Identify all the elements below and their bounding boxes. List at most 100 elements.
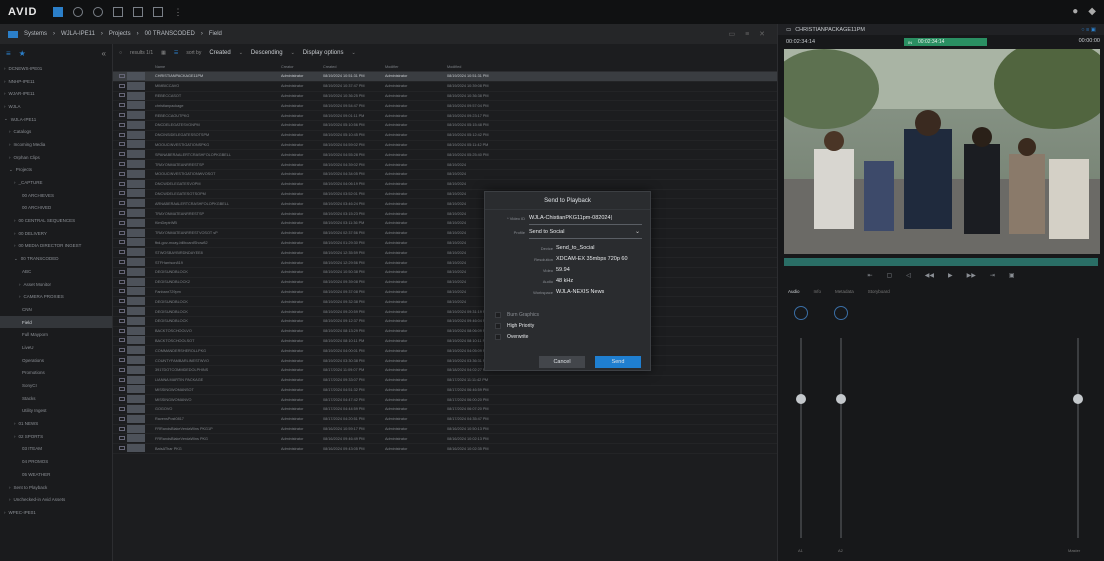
sidebar-item[interactable]: 00 ARCHIEVES bbox=[0, 189, 112, 202]
sidebar-item[interactable]: Promotions bbox=[0, 367, 112, 380]
table-row[interactable]: STFHarrison819 Administrator 08/19/2024 12… bbox=[113, 258, 777, 268]
chevron-icon[interactable]: › bbox=[9, 497, 11, 502]
sidebar-item[interactable]: › Catalogs bbox=[0, 125, 112, 138]
sidebar-item[interactable]: › 00 MEDIA DIRECTOR INGEST bbox=[0, 240, 112, 253]
snapshot-icon[interactable]: ▣ bbox=[1009, 272, 1015, 279]
step-back-icon[interactable]: ◁ bbox=[906, 272, 911, 279]
list-icon[interactable] bbox=[153, 7, 164, 17]
sidebar-item[interactable]: › Orphan Clips bbox=[0, 151, 112, 164]
sidebar-item[interactable]: SonyCI bbox=[0, 379, 112, 392]
sidebar-item[interactable]: › 00 CENTRAL SEQUENCES bbox=[0, 214, 112, 227]
breadcrumb-item[interactable]: 00 TRANSCODED bbox=[145, 31, 195, 37]
chevron-icon[interactable]: ⌄ bbox=[4, 116, 8, 122]
chevron-icon[interactable]: ⌄ bbox=[9, 167, 13, 173]
pane-controls[interactable]: ▭ ≡ ✕ bbox=[729, 30, 769, 38]
cancel-button[interactable]: Cancel bbox=[539, 356, 585, 368]
table-row[interactable]: fbd-gov-moay-billboardShow82 Administrato… bbox=[113, 238, 777, 249]
column-created[interactable]: Created bbox=[323, 65, 385, 69]
chevron-icon[interactable]: ⌄ bbox=[14, 256, 18, 262]
table-row[interactable]: ARNABERAALERTCRASHFOLOPKGBELL Administrat… bbox=[113, 199, 777, 210]
table-row[interactable]: TRAYONMATEANRRESTSP Administrator 08/19/20… bbox=[113, 160, 777, 170]
profile-select[interactable]: Profile Send to Social bbox=[495, 229, 565, 235]
tab-metadata[interactable]: Metadata bbox=[835, 289, 854, 294]
star-icon[interactable]: ★ bbox=[19, 49, 26, 58]
breadcrumb-item[interactable]: WJLA-IPE11 bbox=[61, 31, 95, 37]
sidebar-item[interactable]: Stacks bbox=[0, 392, 112, 405]
fader-handle-a1[interactable] bbox=[796, 394, 806, 404]
table-row[interactable]: DNCWDELEGATESVOPM Administrator 08/19/2024… bbox=[113, 179, 777, 190]
breadcrumb-item[interactable]: Field bbox=[209, 31, 222, 37]
table-row[interactable]: 3917DOTCOMMDEDOLPHINS Administrator 08/17/… bbox=[113, 365, 777, 376]
pan-knob-a1[interactable] bbox=[794, 306, 808, 320]
chevron-icon[interactable]: › bbox=[4, 66, 6, 71]
sidebar-item[interactable]: Field bbox=[0, 315, 112, 329]
chevron-down-icon[interactable]: ⌄ bbox=[291, 50, 295, 56]
search-icon[interactable] bbox=[73, 7, 84, 17]
table-row[interactable]: christianpackage Administrator 08/19/2024 … bbox=[113, 101, 777, 112]
sidebar-item[interactable]: › Incoming Media bbox=[0, 138, 112, 151]
sidebar-item[interactable]: ⌄ Projects bbox=[0, 164, 112, 177]
column-modifier[interactable]: Modifier bbox=[385, 65, 447, 69]
sidebar-item[interactable]: 04 PROMOS bbox=[0, 455, 112, 468]
rewind-icon[interactable]: ◀◀ bbox=[925, 272, 934, 279]
notification-icon[interactable]: ● bbox=[1072, 6, 1078, 17]
table-row[interactable]: FRRandsBlakeVerdaWins PKG1P Administrator… bbox=[113, 424, 777, 435]
menu-icon[interactable]: ≡ bbox=[6, 49, 11, 58]
sidebar-item[interactable]: LiveU bbox=[0, 341, 112, 354]
grid-view-icon[interactable]: ▦ bbox=[161, 50, 166, 56]
order-select[interactable]: Descending bbox=[251, 50, 283, 56]
sidebar-item[interactable]: ⌄ WJLA-IPE11 bbox=[0, 113, 112, 126]
column-creator[interactable]: Creator bbox=[281, 65, 323, 69]
forward-icon[interactable]: ▶▶ bbox=[967, 272, 976, 279]
table-row[interactable]: REBECCAOUTPKG Administrator 08/19/2024 09:… bbox=[113, 111, 777, 121]
table-row[interactable]: GOGOVO Administrator 08/17/2024 04:44:59 P… bbox=[113, 405, 777, 415]
chevron-icon[interactable]: › bbox=[14, 218, 16, 223]
column-name[interactable]: Name bbox=[151, 65, 281, 69]
display-options-button[interactable]: Display options bbox=[303, 50, 344, 56]
fader-handle-a2[interactable] bbox=[836, 394, 846, 404]
table-row[interactable]: MIMBICCAVO Administrator 08/19/2024 10:37:… bbox=[113, 81, 777, 92]
table-row[interactable]: DNCINSIDELEGATESSOTSPM Administrator 08/19… bbox=[113, 130, 777, 141]
table-row[interactable]: DNCDELEGATESVONPM Administrator 08/19/2024… bbox=[113, 120, 777, 131]
sidebar-item[interactable]: › Sent to Playback bbox=[0, 481, 112, 494]
table-row[interactable]: KimDeptrWB Administrator 08/19/2024 03:11:… bbox=[113, 218, 777, 229]
list-view-icon[interactable]: ☰ bbox=[174, 50, 178, 56]
chevron-icon[interactable]: › bbox=[14, 421, 16, 426]
sidebar-item[interactable]: › 00 DELIVERY bbox=[0, 227, 112, 240]
breadcrumb-item[interactable]: Systems bbox=[24, 31, 47, 37]
refresh-icon[interactable]: ○ bbox=[119, 50, 122, 56]
table-row[interactable]: DEGISUNDBLOCK Administrator 08/19/2024 10:… bbox=[113, 267, 777, 278]
chevron-icon[interactable]: › bbox=[14, 434, 16, 439]
sidebar-item[interactable]: › WPEC-IPE01 bbox=[0, 506, 112, 519]
table-row[interactable]: MISSINGWOMANSOT Administrator 08/17/2024 0… bbox=[113, 385, 777, 396]
chevron-down-icon[interactable]: ⌄ bbox=[635, 228, 640, 235]
mark-in-icon[interactable]: ⇤ bbox=[867, 272, 872, 279]
chevron-icon[interactable]: › bbox=[4, 91, 6, 96]
table-row[interactable]: DNCWDELEGATESOTSOPM Administrator 08/19/20… bbox=[113, 189, 777, 200]
tab-storyboard[interactable]: Storyboard bbox=[868, 289, 890, 294]
sidebar-item[interactable]: › WJLA bbox=[0, 100, 112, 113]
sidebar-item[interactable]: ⌄ 00 TRANSCODED bbox=[0, 252, 112, 265]
sidebar-item[interactable]: 05 WEATHER bbox=[0, 468, 112, 481]
video-frame[interactable] bbox=[784, 49, 1100, 254]
chevron-icon[interactable]: › bbox=[4, 104, 6, 109]
chevron-icon[interactable]: › bbox=[14, 180, 16, 185]
sidebar-item[interactable]: Operations bbox=[0, 354, 112, 367]
chevron-icon[interactable]: › bbox=[14, 231, 16, 236]
sidebar-item[interactable]: › NNHP-IPE11 bbox=[0, 75, 112, 88]
sidebar-item[interactable]: Full Mayporn bbox=[0, 328, 112, 341]
table-row[interactable]: DEGISUNDBLOCK Administrator 08/19/2024 09:… bbox=[113, 316, 777, 327]
bins-icon[interactable] bbox=[113, 7, 124, 17]
chevron-icon[interactable]: › bbox=[4, 79, 6, 84]
clip-icon[interactable]: ▢ bbox=[886, 272, 892, 279]
table-row[interactable]: COUNTYFAMBARLINESTWVO Administrator 08/19/… bbox=[113, 356, 777, 366]
sidebar-item[interactable]: › _CAPTURE bbox=[0, 176, 112, 189]
chevron-down-icon[interactable]: ⌄ bbox=[351, 50, 355, 56]
collapse-icon[interactable]: « bbox=[102, 49, 106, 58]
sidebar-item[interactable]: 00 ARCHIVED bbox=[0, 202, 112, 215]
table-row[interactable]: BACKTOSCHOOLVO Administrator 08/19/2024 08… bbox=[113, 326, 777, 337]
breadcrumb-item[interactable]: Projects bbox=[109, 31, 131, 37]
sidebar-item[interactable]: › CAMERA PROXIES bbox=[0, 290, 112, 303]
sidebar-item[interactable]: › WJAR-IPE11 bbox=[0, 87, 112, 100]
tab-audio[interactable]: Audio bbox=[788, 289, 800, 294]
